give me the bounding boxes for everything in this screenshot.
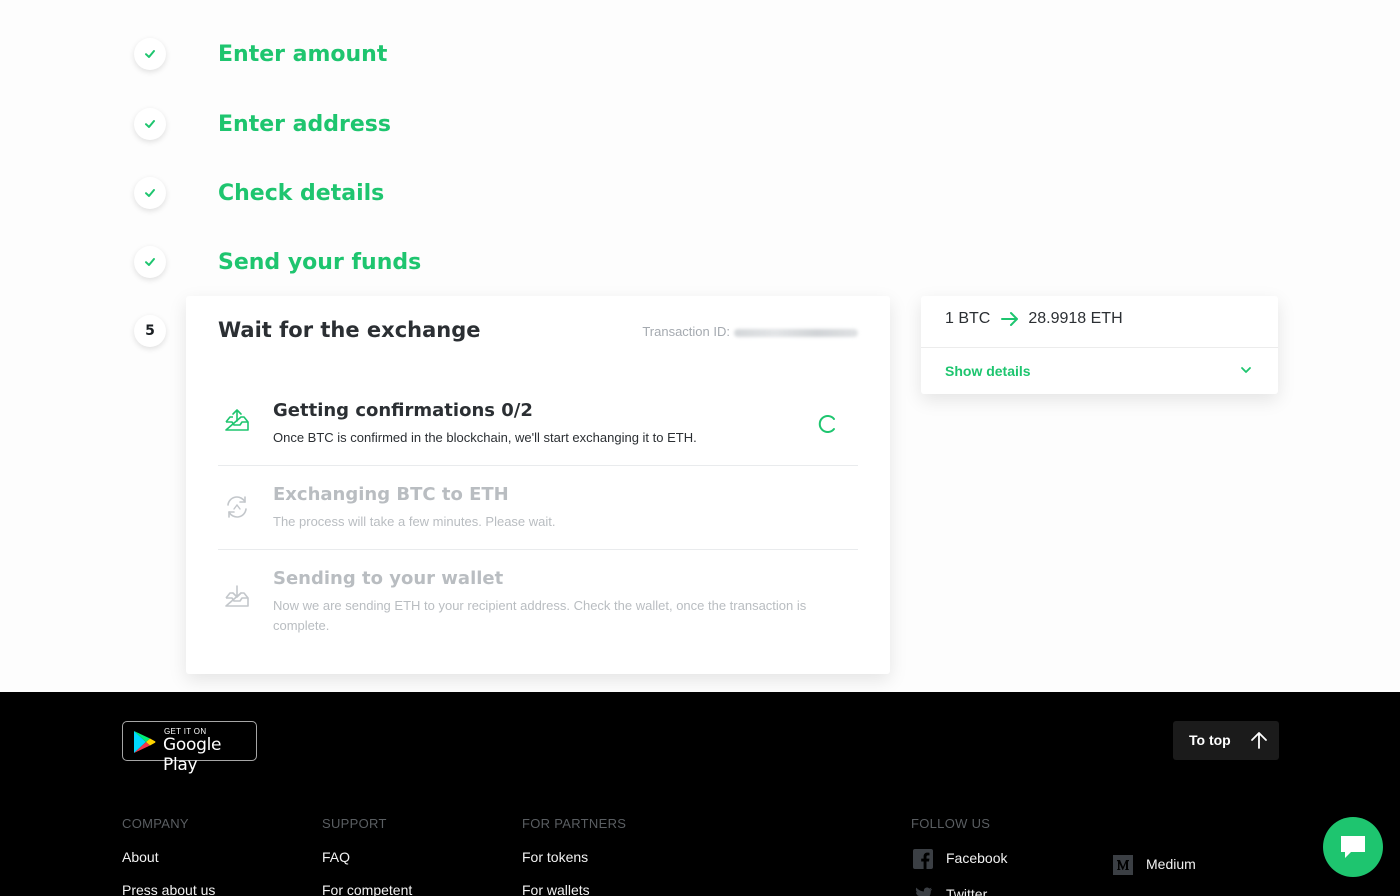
medium-icon[interactable]: [1113, 855, 1133, 875]
rate-summary-card: 1 BTC 28.9918 ETH Show details: [921, 296, 1278, 394]
footer-heading-support: SUPPORT: [322, 816, 387, 831]
to-top-button[interactable]: To top: [1173, 721, 1279, 760]
chevron-down-icon[interactable]: [1240, 364, 1252, 376]
transaction-id: Transaction ID:: [642, 324, 858, 339]
step-title: Send your funds: [218, 249, 422, 275]
step-number: 5: [134, 315, 166, 347]
step-title: Check details: [218, 180, 385, 206]
google-play-badge[interactable]: GET IT ON Google Play: [122, 721, 257, 775]
substep-description: The process will take a few minutes. Ple…: [273, 514, 556, 529]
arrow-up-icon: [1251, 732, 1267, 749]
footer-link-medium[interactable]: Medium: [1146, 856, 1196, 872]
step-wait-exchange: 5: [134, 315, 166, 347]
footer: GET IT ON Google Play To top COMPANY Abo…: [0, 692, 1400, 896]
step-enter-amount: Enter amount: [134, 38, 387, 70]
footer-link-faq[interactable]: FAQ: [322, 849, 350, 865]
chat-bubble-icon: [1341, 836, 1365, 858]
check-icon: [134, 246, 166, 278]
step-check-details: Check details: [134, 177, 384, 209]
substep-description: Now we are sending ETH to your recipient…: [273, 598, 807, 633]
show-details-toggle[interactable]: Show details: [945, 363, 1031, 379]
footer-heading-company: COMPANY: [122, 816, 189, 831]
card-title: Wait for the exchange: [218, 318, 481, 342]
download-tray-icon: [225, 585, 249, 607]
footer-heading-partners: FOR PARTNERS: [522, 816, 627, 831]
footer-link-press[interactable]: Press about us: [122, 882, 215, 896]
check-icon: [134, 108, 166, 140]
gplay-store-text: Google Play: [163, 735, 222, 775]
rate-from: 1 BTC: [945, 310, 991, 327]
footer-link-twitter[interactable]: Twitter: [946, 886, 987, 896]
exchange-status-card: Wait for the exchange Transaction ID: Ge…: [186, 296, 890, 674]
step-enter-address: Enter address: [134, 108, 391, 140]
substep-title: Getting confirmations 0/2: [273, 400, 533, 421]
substep-title: Sending to your wallet: [273, 568, 504, 589]
rate-to: 28.9918 ETH: [1028, 310, 1123, 327]
step-title: Enter amount: [218, 41, 388, 67]
step-title: Enter address: [218, 111, 391, 137]
loading-spinner-icon: [818, 415, 835, 433]
divider: [921, 347, 1278, 348]
footer-link-competent[interactable]: For competent: [322, 882, 412, 896]
check-icon: [134, 177, 166, 209]
footer-link-about[interactable]: About: [122, 849, 159, 865]
footer-link-wallets[interactable]: For wallets: [522, 882, 590, 896]
exchange-rate: 1 BTC 28.9918 ETH: [945, 310, 1123, 328]
transaction-id-value-blurred: [734, 328, 858, 337]
facebook-icon[interactable]: [913, 849, 933, 869]
google-play-icon: [134, 731, 156, 753]
substep-title: Exchanging BTC to ETH: [273, 484, 509, 505]
transaction-id-label: Transaction ID:: [642, 324, 730, 339]
step-send-funds: Send your funds: [134, 246, 421, 278]
twitter-icon[interactable]: [913, 885, 933, 896]
check-icon: [134, 38, 166, 70]
upload-tray-icon: [225, 409, 249, 431]
arrow-right-icon: [1001, 312, 1019, 326]
footer-link-facebook[interactable]: Facebook: [946, 850, 1007, 866]
footer-heading-follow: FOLLOW US: [911, 816, 991, 831]
substep-description: Once BTC is confirmed in the blockchain,…: [273, 430, 697, 445]
chat-button[interactable]: [1323, 817, 1383, 877]
divider: [218, 549, 858, 550]
exchange-cycle-icon: [227, 496, 247, 518]
to-top-label: To top: [1189, 732, 1231, 748]
divider: [218, 465, 858, 466]
footer-link-tokens[interactable]: For tokens: [522, 849, 588, 865]
